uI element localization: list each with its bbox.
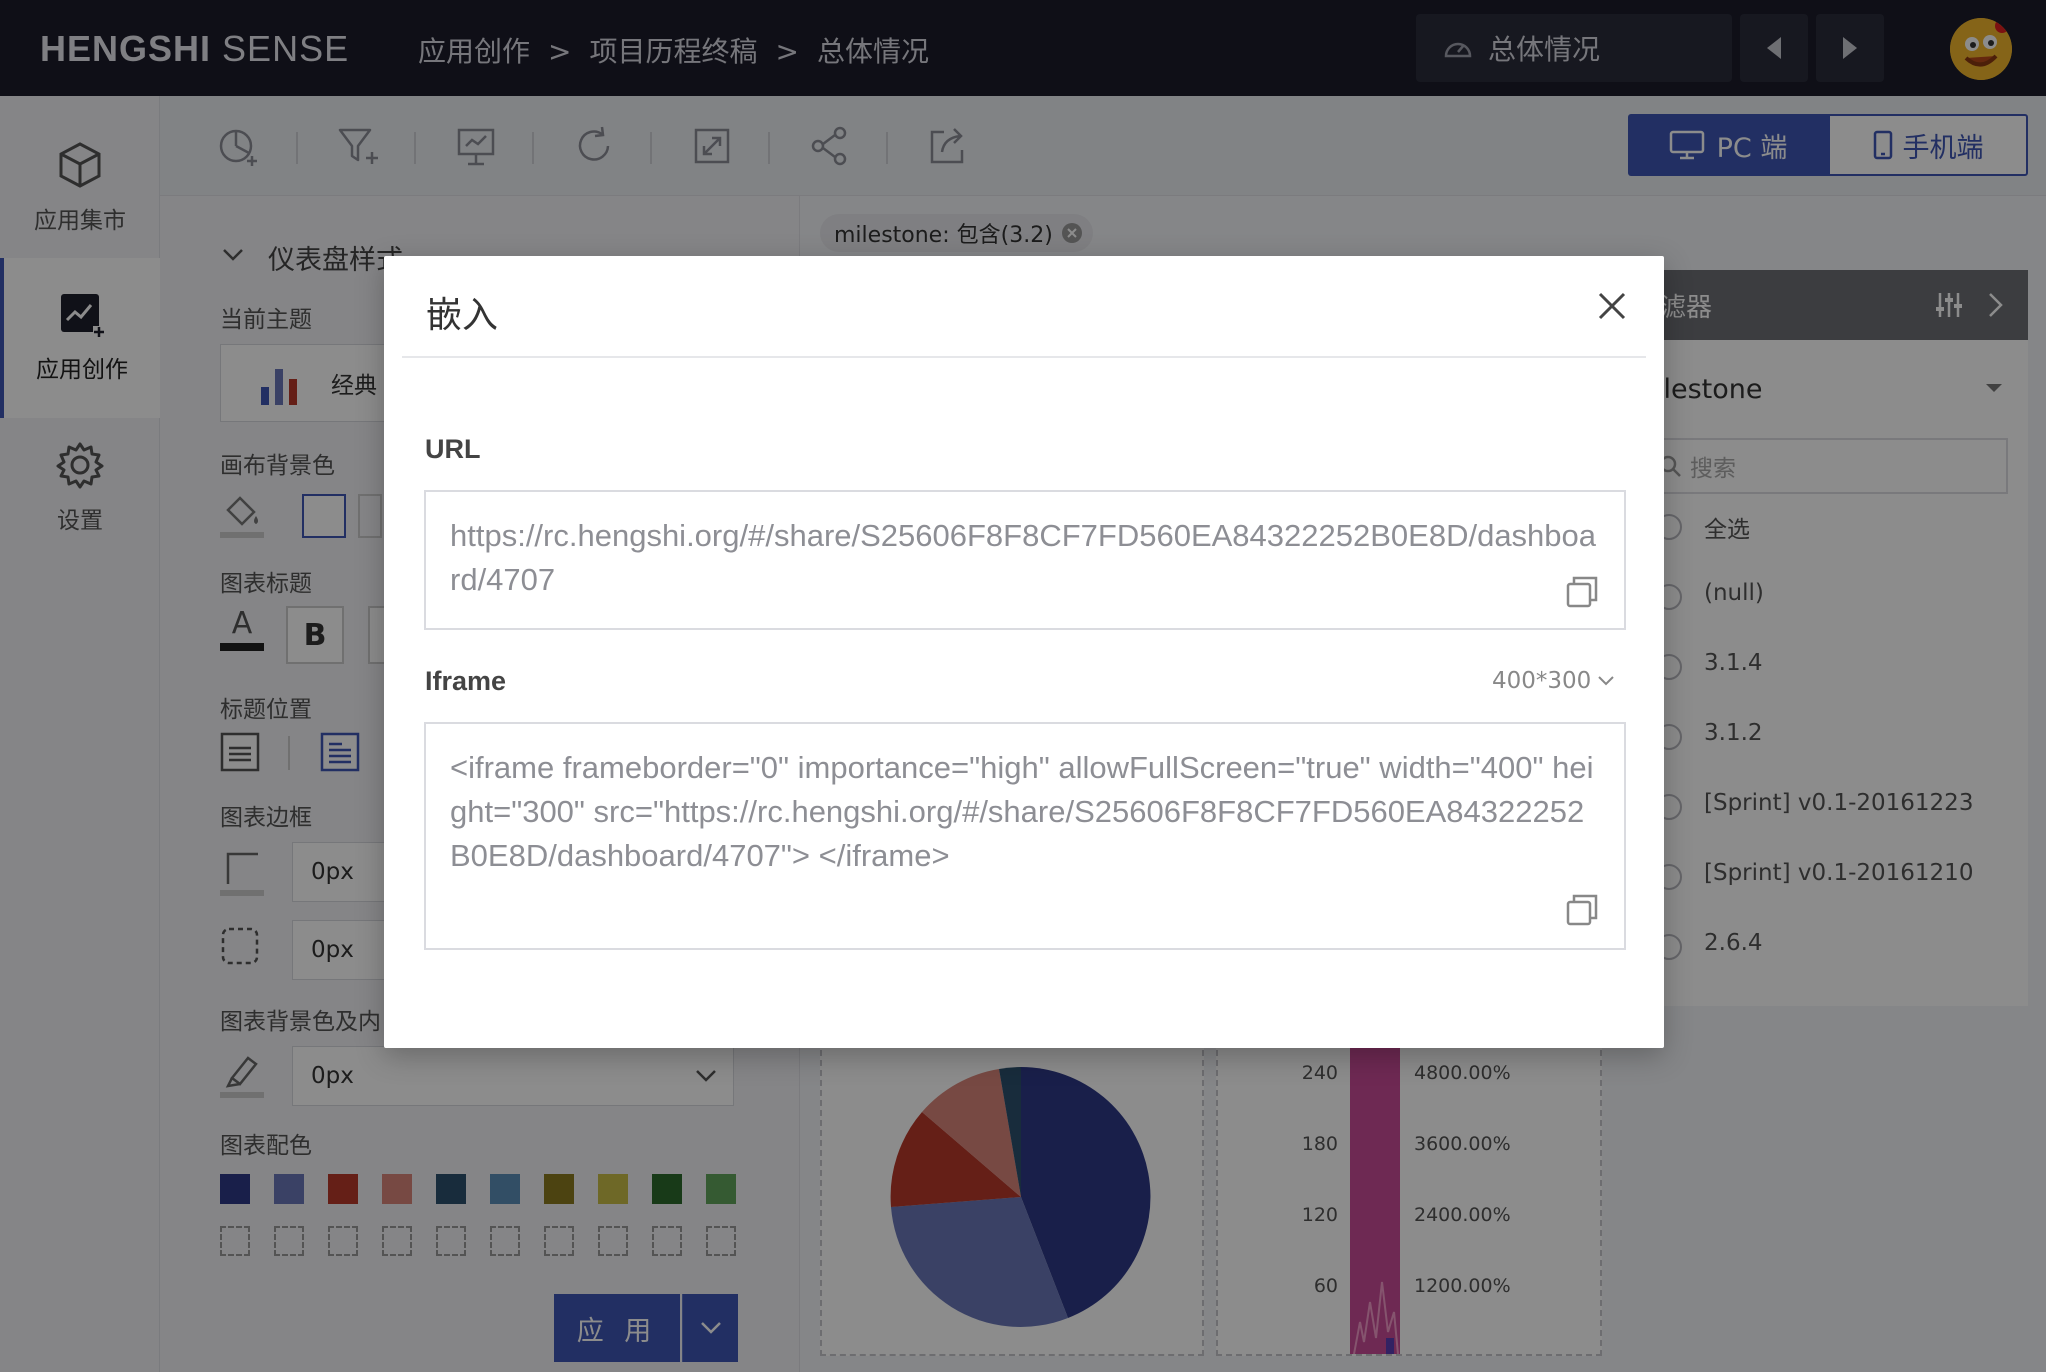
copy-icon[interactable]: [1564, 892, 1600, 928]
iframe-textbox[interactable]: <iframe frameborder="0" importance="high…: [424, 722, 1626, 950]
close-icon[interactable]: [1592, 286, 1632, 326]
dialog-title: 嵌入: [426, 295, 499, 336]
copy-icon[interactable]: [1564, 574, 1600, 610]
chevron-down-icon: [1598, 676, 1615, 686]
url-label: URL: [425, 434, 481, 464]
iframe-size-select[interactable]: 400*300: [1492, 668, 1615, 694]
url-textbox[interactable]: https://rc.hengshi.org/#/share/S25606F8F…: [424, 490, 1626, 630]
divider: [402, 356, 1646, 358]
iframe-label: Iframe: [425, 666, 507, 696]
embed-dialog: 嵌入 URL https://rc.hengshi.org/#/share/S2…: [384, 256, 1664, 1048]
